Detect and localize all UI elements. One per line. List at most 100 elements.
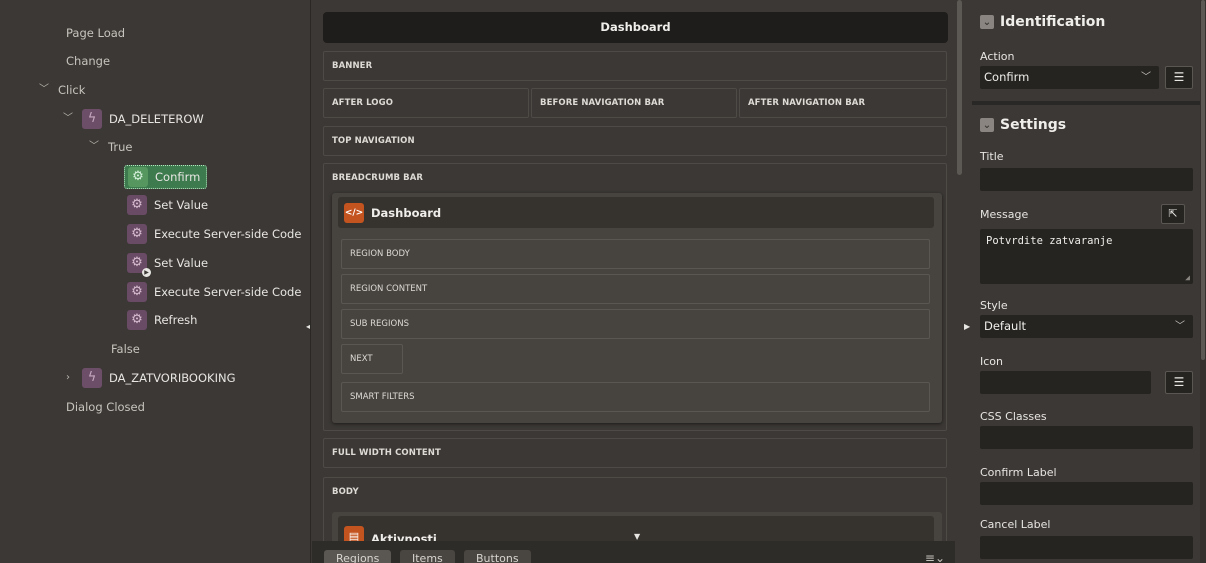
menu-icon[interactable]: ≡⌄ bbox=[925, 551, 945, 563]
icon-input[interactable] bbox=[980, 371, 1151, 394]
title-label: Title bbox=[980, 150, 1004, 163]
layout-panel: Dashboard BANNER AFTER LOGO BEFORE NAVIG… bbox=[312, 0, 963, 563]
tree-action-set-value[interactable]: ⚙ Set Value bbox=[127, 194, 208, 216]
action-label: Action bbox=[980, 50, 1015, 63]
tree-node-label: Execute Server-side Code bbox=[154, 227, 302, 241]
slot-next[interactable]: NEXT bbox=[341, 344, 403, 374]
tree-node-label: True bbox=[108, 140, 133, 154]
message-label: Message bbox=[980, 208, 1029, 221]
tab-items[interactable]: Items bbox=[400, 550, 455, 563]
tree-node-change[interactable]: Change bbox=[66, 50, 110, 72]
css-classes-input[interactable] bbox=[980, 426, 1193, 449]
region-dashboard[interactable]: </> Dashboard REGION BODY REGION CONTENT… bbox=[332, 193, 942, 423]
collapse-right-icon[interactable]: ▶ bbox=[964, 322, 970, 331]
slot-after-navigation-bar[interactable]: AFTER NAVIGATION BAR bbox=[739, 88, 947, 118]
style-label: Style bbox=[980, 299, 1008, 312]
title-input[interactable] bbox=[980, 168, 1193, 191]
cancel-label-label: Cancel Label bbox=[980, 518, 1051, 531]
slot-row-header: AFTER LOGO BEFORE NAVIGATION BAR AFTER N… bbox=[323, 88, 947, 118]
tree-node-da-deleterow[interactable]: ﹀ ϟ DA_DELETEROW bbox=[62, 108, 204, 130]
gear-icon: ⚙ bbox=[127, 282, 147, 302]
play-icon: ▶ bbox=[142, 268, 151, 277]
page-title[interactable]: Dashboard bbox=[323, 12, 948, 43]
group-title: Identification bbox=[1000, 14, 1106, 30]
collapse-toggle-icon[interactable]: ⌄ bbox=[980, 15, 994, 29]
slot-smart-filters[interactable]: SMART FILTERS bbox=[341, 382, 930, 412]
gear-icon: ⚙ bbox=[128, 167, 148, 187]
expand-editor-icon[interactable]: ⇱ bbox=[1161, 204, 1185, 224]
lightning-icon: ϟ bbox=[82, 109, 102, 129]
slot-top-navigation[interactable]: TOP NAVIGATION bbox=[323, 126, 947, 156]
drag-handle-icon[interactable]: ▼ bbox=[634, 532, 640, 541]
slot-sub-regions[interactable]: SUB REGIONS bbox=[341, 309, 930, 339]
cancel-label-input[interactable] bbox=[980, 536, 1193, 559]
tree-node-label: Execute Server-side Code bbox=[154, 285, 302, 299]
slot-region-content[interactable]: REGION CONTENT bbox=[341, 274, 930, 304]
tree-node-label: Set Value bbox=[154, 256, 209, 270]
message-value: Potvrdite zatvaranje bbox=[986, 235, 1113, 247]
tree-node-label: Confirm bbox=[155, 170, 201, 184]
tree-action-execute-server-side-code[interactable]: ⚙ Execute Server-side Code bbox=[127, 223, 301, 245]
slot-region-body[interactable]: REGION BODY bbox=[341, 239, 930, 269]
slot-before-navigation-bar[interactable]: BEFORE NAVIGATION BAR bbox=[531, 88, 737, 118]
group-settings[interactable]: ⌄ Settings bbox=[980, 113, 1066, 137]
style-select-value: Default bbox=[984, 319, 1027, 333]
tab-regions[interactable]: Regions bbox=[324, 550, 392, 563]
chevron-down-icon[interactable]: ﹀ bbox=[62, 108, 74, 130]
region-title: Dashboard bbox=[371, 205, 442, 220]
icon-label: Icon bbox=[980, 355, 1003, 368]
action-select-value: Confirm bbox=[984, 70, 1030, 84]
chevron-down-icon[interactable]: ﹀ bbox=[38, 79, 50, 101]
chevron-down-icon[interactable]: ﹀ bbox=[88, 136, 100, 158]
chevron-down-icon: ﹀ bbox=[1175, 321, 1185, 332]
tree-action-refresh[interactable]: ⚙ Refresh bbox=[127, 309, 197, 331]
confirm-label-label: Confirm Label bbox=[980, 466, 1057, 479]
tree-node-true[interactable]: ﹀ True bbox=[88, 136, 132, 158]
gallery-tab-bar: Regions Items Buttons ≡⌄ bbox=[312, 541, 963, 563]
slot-label: BREADCRUMB BAR bbox=[332, 173, 424, 183]
action-select[interactable]: Confirm ﹀ bbox=[980, 66, 1159, 89]
slot-after-logo[interactable]: AFTER LOGO bbox=[323, 88, 529, 118]
tree-node-label: Set Value bbox=[154, 198, 209, 212]
chevron-down-icon: ﹀ bbox=[1141, 72, 1151, 83]
confirm-label-input[interactable] bbox=[980, 482, 1193, 505]
tree-node-label: False bbox=[111, 342, 140, 356]
dynamic-actions-tree: Page Load Change ﹀ Click ﹀ ϟ DA_DELETERO… bbox=[0, 0, 311, 563]
tree-node-label: Refresh bbox=[154, 313, 198, 327]
group-identification[interactable]: ⌄ Identification bbox=[980, 10, 1105, 34]
slot-banner[interactable]: BANNER bbox=[323, 51, 947, 81]
tree-node-dialog-closed[interactable]: Dialog Closed bbox=[66, 396, 145, 418]
tree-node-label: DA_DELETEROW bbox=[109, 112, 204, 126]
tree-node-false[interactable]: False bbox=[111, 338, 140, 360]
tree-node-page-load[interactable]: Page Load bbox=[66, 22, 125, 44]
slot-full-width-content[interactable]: FULL WIDTH CONTENT bbox=[323, 438, 947, 468]
tab-buttons[interactable]: Buttons bbox=[464, 550, 531, 563]
group-title: Settings bbox=[1000, 117, 1067, 133]
lightning-icon: ϟ bbox=[82, 368, 102, 388]
slot-label: BODY bbox=[332, 487, 359, 497]
region-header[interactable]: </> Dashboard bbox=[338, 197, 934, 228]
tree-action-execute-server-side-code[interactable]: ⚙ Execute Server-side Code bbox=[127, 281, 301, 303]
chevron-right-icon[interactable]: › bbox=[62, 367, 74, 389]
tree-action-set-value[interactable]: ⚙ ▶ Set Value bbox=[127, 252, 209, 277]
gear-icon: ⚙ bbox=[127, 310, 147, 330]
collapse-toggle-icon[interactable]: ⌄ bbox=[980, 118, 994, 132]
property-editor: ⌄ Identification Action Confirm ﹀ ☰ ⌄ Se… bbox=[972, 0, 1206, 563]
layout-scrollbar-thumb[interactable] bbox=[957, 0, 962, 175]
list-of-values-icon[interactable]: ☰ bbox=[1165, 371, 1193, 394]
tree-node-label: Dialog Closed bbox=[66, 400, 145, 414]
gear-icon: ⚙ bbox=[127, 195, 147, 215]
tree-node-label: DA_ZATVORIBOOKING bbox=[109, 371, 236, 385]
tree-node-label: Change bbox=[66, 54, 111, 68]
css-classes-label: CSS Classes bbox=[980, 410, 1047, 423]
style-select[interactable]: Default ﹀ bbox=[980, 315, 1193, 338]
message-textarea[interactable]: Potvrdite zatvaranje ◢ bbox=[980, 229, 1193, 284]
gear-icon: ⚙ bbox=[127, 224, 147, 244]
properties-scrollbar-thumb[interactable] bbox=[1201, 0, 1205, 360]
tree-node-click[interactable]: ﹀ Click bbox=[38, 79, 85, 101]
resize-grip-icon[interactable]: ◢ bbox=[1185, 273, 1190, 282]
list-of-values-icon[interactable]: ☰ bbox=[1165, 66, 1193, 89]
tree-node-da-zatvoribooking[interactable]: › ϟ DA_ZATVORIBOOKING bbox=[62, 367, 235, 389]
tree-action-confirm[interactable]: ⚙ Confirm bbox=[124, 165, 208, 189]
collapse-left-icon[interactable]: ◀ bbox=[306, 322, 310, 331]
